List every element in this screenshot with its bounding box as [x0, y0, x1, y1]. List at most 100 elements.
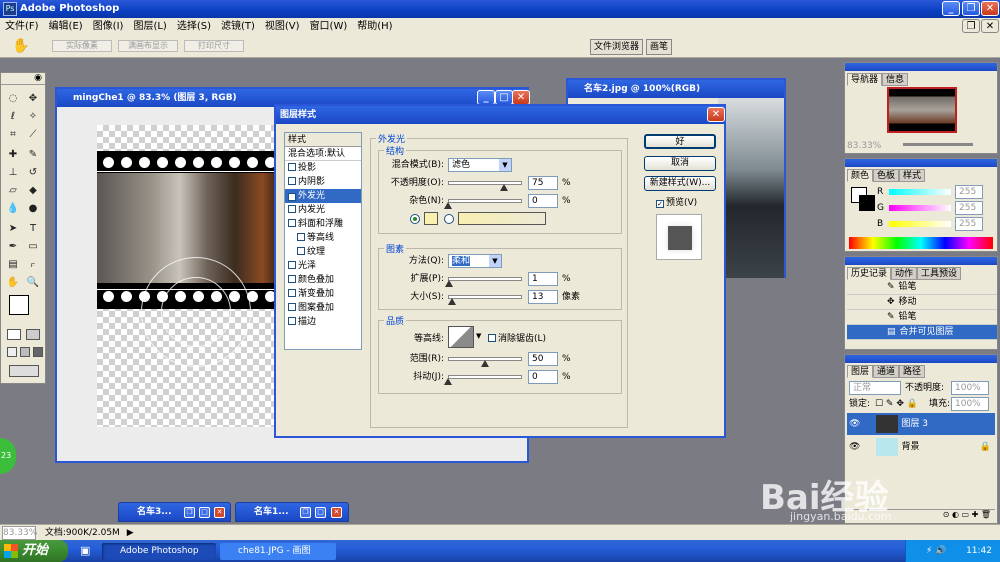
opacity-slider[interactable]	[448, 181, 522, 185]
chevron-down-icon[interactable]: ▼	[476, 332, 481, 340]
jitter-slider[interactable]	[448, 375, 522, 379]
history-item-selected[interactable]: ▤ 合并可见图层	[847, 325, 997, 340]
tab-actions[interactable]: 动作	[891, 267, 918, 280]
eyedropper-icon[interactable]: ⟔	[24, 257, 42, 273]
style-checkbox[interactable]	[288, 163, 296, 171]
style-item[interactable]: 图案叠加	[285, 301, 361, 315]
tab-history[interactable]: 历史记录	[847, 267, 892, 280]
jitter-slider-thumb[interactable]	[444, 378, 452, 385]
noise-slider[interactable]	[448, 199, 522, 203]
style-checkbox[interactable]	[288, 205, 296, 213]
task-paint[interactable]: che81.JPG - 画图	[220, 543, 336, 560]
style-item[interactable]: 颜色叠加	[285, 273, 361, 287]
healing-brush-icon[interactable]: ✚	[4, 147, 22, 163]
style-checkbox[interactable]	[297, 247, 305, 255]
menu-view[interactable]: 视图(V)	[260, 18, 305, 35]
type-tool-icon[interactable]: T	[24, 221, 42, 237]
style-checkbox[interactable]	[297, 233, 305, 241]
actual-pixels-button[interactable]: 实际像素	[52, 40, 112, 52]
screen-mode-3-icon[interactable]	[33, 347, 43, 357]
foreground-color-swatch[interactable]	[9, 295, 29, 315]
tab-color[interactable]: 颜色	[847, 169, 874, 182]
history-item[interactable]: ✥ 移动	[847, 295, 997, 310]
tab-swatches[interactable]: 色板	[873, 169, 900, 182]
slice-tool-icon[interactable]: ⟋	[24, 127, 42, 143]
cancel-button[interactable]: 取消	[644, 156, 716, 171]
style-checkbox[interactable]	[288, 261, 296, 269]
print-size-button[interactable]: 打印尺寸	[184, 40, 244, 52]
size-input[interactable]: 13	[528, 290, 558, 304]
jump-to-imageready-icon[interactable]	[9, 365, 39, 377]
green-input[interactable]: 255	[955, 201, 983, 215]
tab-channels[interactable]: 通道	[873, 365, 900, 378]
lasso-tool-icon[interactable]: ℓ	[4, 109, 22, 125]
stamp-tool-icon[interactable]: ⊥	[4, 165, 22, 181]
eraser-tool-icon[interactable]: ▱	[4, 183, 22, 199]
mini1-close-icon[interactable]: ✕	[214, 507, 225, 518]
blue-slider[interactable]	[889, 221, 951, 227]
hand-tool-icon[interactable]: ✋	[12, 38, 29, 54]
tab-styles[interactable]: 样式	[899, 169, 926, 182]
menu-window[interactable]: 窗口(W)	[305, 18, 353, 35]
glow-color-swatch[interactable]	[424, 212, 438, 225]
style-checkbox[interactable]	[288, 317, 296, 325]
style-item[interactable]: 纹理	[285, 245, 361, 259]
mini2-restore-icon[interactable]: ❐	[300, 507, 311, 518]
blue-input[interactable]: 255	[955, 217, 983, 231]
history-brush-icon[interactable]: ↺	[24, 165, 42, 181]
tab-navigator[interactable]: 导航器	[847, 73, 883, 86]
solid-color-radio[interactable]	[410, 214, 420, 224]
layer-opacity-input[interactable]: 100%	[951, 381, 989, 395]
brush-tool-icon[interactable]: ✎	[24, 147, 42, 163]
path-select-icon[interactable]: ➤	[4, 221, 22, 237]
move-tool-icon[interactable]: ✥	[24, 91, 42, 107]
green-slider[interactable]	[889, 205, 951, 211]
range-input[interactable]: 50	[528, 352, 558, 366]
layer-row-selected[interactable]: 👁 图层 3	[847, 413, 995, 435]
lock-icons[interactable]: ☐ ✎ ✥ 🔒	[875, 397, 918, 411]
layer-blend-select[interactable]: 正常	[849, 381, 901, 395]
dodge-tool-icon[interactable]: ●	[24, 201, 42, 217]
opacity-slider-thumb[interactable]	[499, 184, 508, 191]
shape-tool-icon[interactable]: ▭	[24, 239, 42, 255]
menu-layer[interactable]: 图层(L)	[128, 18, 171, 35]
menu-filter[interactable]: 滤镜(T)	[216, 18, 260, 35]
tab-layers[interactable]: 图层	[847, 365, 874, 378]
file-browser-tab[interactable]: 文件浏览器	[590, 39, 644, 55]
brushes-tab[interactable]: 画笔	[646, 39, 673, 55]
minimize-button[interactable]: _	[942, 1, 960, 16]
screen-mode-2-icon[interactable]	[20, 347, 30, 357]
size-slider[interactable]	[448, 295, 522, 299]
doc-maximize-button[interactable]: □	[495, 90, 513, 105]
contour-picker[interactable]	[448, 326, 474, 348]
menu-select[interactable]: 选择(S)	[172, 18, 216, 35]
spread-slider-thumb[interactable]	[444, 280, 453, 287]
dialog-close-button[interactable]: ✕	[707, 107, 725, 122]
spread-input[interactable]: 1	[528, 272, 558, 286]
style-checkbox[interactable]: ✓	[288, 193, 296, 201]
bg-color-icon[interactable]	[859, 195, 875, 211]
menu-edit[interactable]: 编辑(E)	[44, 18, 88, 35]
opacity-input[interactable]: 75	[528, 176, 558, 190]
noise-slider-thumb[interactable]	[444, 202, 452, 209]
doc-restore-button[interactable]: ❐	[962, 19, 980, 33]
green-badge[interactable]: 23	[0, 438, 16, 474]
navigator-thumbnail[interactable]	[887, 87, 957, 133]
mini2-close-icon[interactable]: ✕	[331, 507, 342, 518]
jitter-input[interactable]: 0	[528, 370, 558, 384]
gradient-picker[interactable]	[458, 212, 546, 225]
mini2-max-icon[interactable]: □	[315, 507, 326, 518]
new-style-button[interactable]: 新建样式(W)...	[644, 176, 716, 191]
fit-screen-button[interactable]: 满画布显示	[118, 40, 178, 52]
ok-button[interactable]: 好	[644, 134, 716, 149]
technique-select[interactable]: 柔和 ▼	[448, 254, 502, 268]
style-item[interactable]: 内阴影	[285, 175, 361, 189]
spread-slider[interactable]	[448, 277, 522, 281]
style-checkbox[interactable]	[288, 219, 296, 227]
status-arrow-icon[interactable]: ▶	[127, 528, 134, 538]
style-checkbox[interactable]	[288, 275, 296, 283]
doc-minimize-button[interactable]: _	[477, 90, 495, 105]
antialias-checkbox[interactable]: 消除锯齿(L)	[488, 332, 546, 346]
history-item[interactable]: ✎ 铅笔	[847, 310, 997, 325]
restore-button[interactable]: ❐	[962, 1, 980, 16]
